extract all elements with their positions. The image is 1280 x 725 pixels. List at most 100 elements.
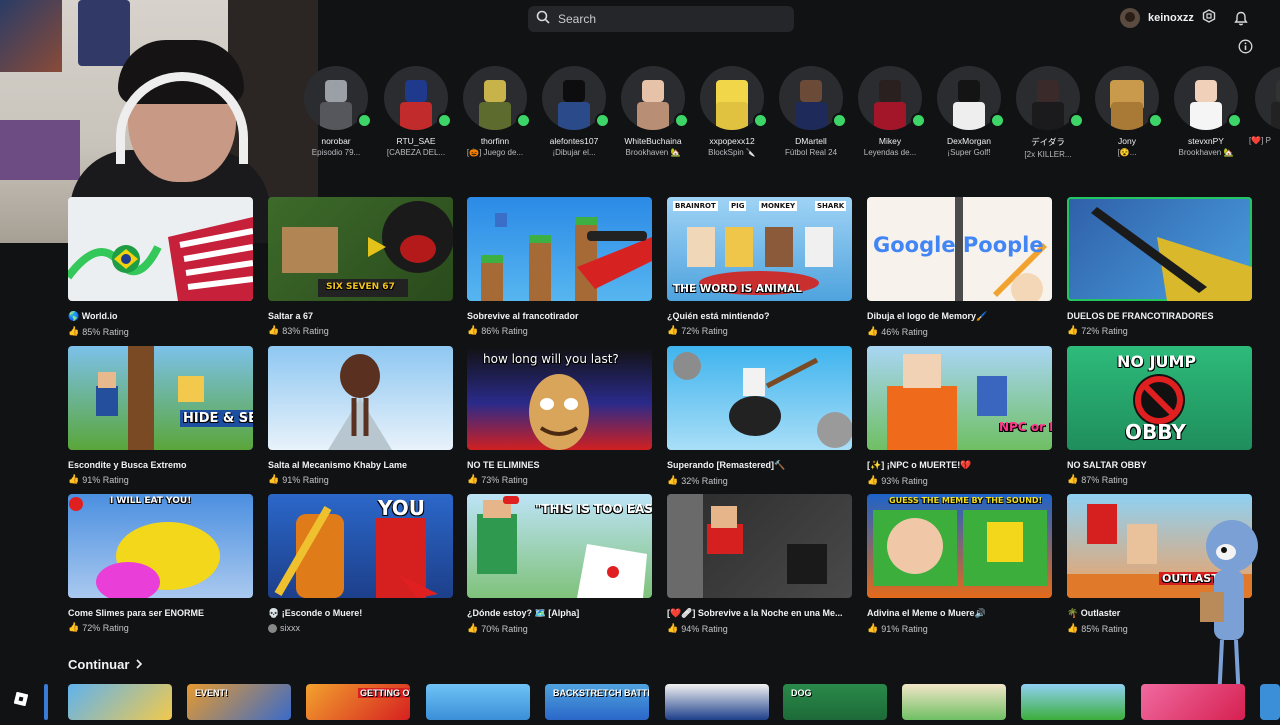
continue-tile[interactable] (665, 684, 769, 720)
game-card[interactable]: HIDE & SEEK EXTREME Escondite y Busca Ex… (68, 346, 253, 485)
game-thumbnail[interactable]: YOU (268, 494, 453, 598)
rating-text: 72% Rating (82, 622, 129, 633)
rating-text: 91% Rating (881, 623, 928, 634)
game-card[interactable]: Sobrevive al francotirador 👍 86% Rating (467, 197, 652, 336)
friend-item[interactable]: alefontes107 ¡Dibujar el... (538, 66, 610, 157)
game-thumbnail[interactable]: HIDE & SEEK EXTREME (68, 346, 253, 450)
friend-item[interactable]: Mikey Leyendas de... (854, 66, 926, 157)
game-card[interactable]: "THIS IS TOO EASY" ¿Dónde estoy? 🗺️ [Alp… (467, 494, 652, 634)
friend-item[interactable]: Jony [😵... (1091, 66, 1163, 157)
game-title: NO TE ELIMINES (467, 460, 540, 470)
game-title: Salta al Mecanismo Khaby Lame (268, 460, 408, 470)
game-card[interactable]: Google Poople Dibuja el logo de Memory🖌️… (867, 197, 1052, 337)
username[interactable]: keinoxzz (1148, 12, 1194, 24)
game-thumbnail[interactable] (68, 197, 253, 301)
game-card[interactable]: [❤️🩹] Sobrevive a la Noche en una Me... … (667, 494, 852, 634)
game-card[interactable]: YOU 💀 ¡Esconde o Muere! sixxx (268, 494, 453, 633)
game-card[interactable]: Superando [Remastered]🔨 👍 32% Rating (667, 346, 852, 486)
friend-item[interactable]: thorfinn [🎃] Juego de... (459, 66, 531, 157)
game-thumbnail[interactable]: NPC or DIE (867, 346, 1052, 450)
game-thumbnail[interactable]: how long will you last? (467, 346, 652, 450)
friend-item[interactable]: [❤️] P (1249, 66, 1280, 145)
game-card[interactable]: NO JUMP OBBY NO SALTAR OBBY 👍 87% Rating (1067, 346, 1252, 485)
thumbs-up-icon: 👍 (467, 623, 479, 633)
friend-item[interactable]: RTU_SAE [CABEZA DEL... (380, 66, 452, 157)
game-thumbnail[interactable] (268, 346, 453, 450)
game-thumbnail[interactable]: GUESS THE MEME BY THE SOUND! (867, 494, 1052, 598)
game-card[interactable]: I WILL EAT YOU! Come Slimes para ser ENO… (68, 494, 253, 633)
online-indicator (595, 113, 610, 128)
continue-tile[interactable] (902, 684, 1006, 720)
game-card[interactable]: Salta al Mecanismo Khaby Lame 👍 91% Ratin… (268, 346, 453, 485)
game-title: 🌎 World.io (68, 311, 118, 321)
continue-tile[interactable]: EVENT! (187, 684, 291, 720)
avatar[interactable] (1120, 8, 1140, 28)
roblox-logo-icon[interactable] (13, 691, 29, 711)
game-thumbnail[interactable]: I WILL EAT YOU! (68, 494, 253, 598)
game-title: [❤️🩹] Sobrevive a la Noche en una Me... (667, 608, 843, 618)
game-card[interactable]: SIX SEVEN 67 Saltar a 67 👍 83% Rating (268, 197, 453, 336)
online-indicator (674, 113, 689, 128)
continue-tile[interactable] (426, 684, 530, 720)
friend-status: Leyendas de... (863, 148, 917, 157)
continue-tile[interactable] (68, 684, 172, 720)
game-card[interactable]: DUELOS DE FRANCOTIRADORES 👍 72% Rating (1067, 197, 1252, 336)
thumbs-up-icon: 👍 (1067, 623, 1079, 633)
robux-icon[interactable] (1202, 8, 1216, 28)
game-card[interactable]: NPC or DIE [✨] ¡NPC o MUERTE!💔 👍93% Rati… (867, 346, 1052, 486)
info-icon[interactable] (1238, 39, 1253, 59)
friend-status: Brookhaven 🏡 (625, 148, 681, 157)
continue-tile[interactable] (1021, 684, 1125, 720)
creator-name: sixxx (280, 623, 300, 633)
tile-caption: DOG (791, 688, 812, 698)
friend-name: thorfinn (480, 136, 510, 146)
thumbs-up-icon: 👍 (1067, 325, 1079, 335)
thumbs-up-icon: 👍 (68, 622, 80, 632)
online-indicator (1069, 113, 1084, 128)
user-menu[interactable]: keinoxzz (1120, 8, 1216, 28)
game-thumbnail[interactable]: BRAINROT PIG MONKEY SHARK THE WORD IS AN… (667, 197, 852, 301)
online-indicator (437, 113, 452, 128)
friend-item[interactable]: WhiteBuchaina Brookhaven 🏡 (617, 66, 689, 157)
game-thumbnail[interactable] (667, 346, 852, 450)
game-card[interactable]: how long will you last? NO TE ELIMINES 👍… (467, 346, 652, 485)
game-thumbnail[interactable] (667, 494, 852, 598)
game-title: Adivina el Meme o Muere🔊 (867, 608, 986, 618)
continue-tile[interactable]: GETTING OVER IT (306, 684, 410, 720)
continue-tile[interactable] (1260, 684, 1280, 720)
rating-text: 91% Rating (282, 474, 329, 485)
friend-item[interactable]: DMartell Fútbol Real 24 (775, 66, 847, 157)
game-thumbnail[interactable]: SIX SEVEN 67 (268, 197, 453, 301)
friend-item[interactable]: stevxnPY Brookhaven 🏡 (1170, 66, 1242, 157)
game-thumbnail[interactable] (1067, 197, 1252, 301)
friends-row: norobar Episodio 79... RTU_SAE [CABEZA D… (304, 66, 1280, 161)
friend-item[interactable]: デイダラ [2x KILLER... (1012, 66, 1084, 159)
bell-icon[interactable] (1234, 11, 1248, 31)
game-thumbnail[interactable]: Google Poople (867, 197, 1052, 301)
game-title: Saltar a 67 (268, 311, 314, 321)
game-thumbnail[interactable]: "THIS IS TOO EASY" (467, 494, 652, 598)
game-card[interactable]: BRAINROT PIG MONKEY SHARK THE WORD IS AN… (667, 197, 852, 336)
friend-item[interactable]: xxpopexx12 BlockSpin 🔪 (696, 66, 768, 157)
search-bar[interactable] (528, 6, 794, 32)
continue-tile[interactable] (44, 684, 48, 720)
game-rating: 👍 83% Rating (268, 325, 453, 336)
continue-tile[interactable] (1141, 684, 1245, 720)
search-input[interactable] (556, 11, 780, 27)
online-indicator (1227, 113, 1242, 128)
continue-tile[interactable]: BACKSTRETCH BATTLES (545, 684, 649, 720)
friend-item[interactable]: DexMorgan ¡Super Golf! (933, 66, 1005, 157)
game-thumbnail[interactable]: NO JUMP OBBY (1067, 346, 1252, 450)
rating-text: 32% Rating (681, 475, 728, 486)
game-card[interactable]: GUESS THE MEME BY THE SOUND! Adivina el … (867, 494, 1052, 634)
thumbs-up-icon: 👍 (467, 474, 479, 484)
game-rating: 👍 94% Rating (667, 623, 852, 634)
friend-avatar[interactable] (1255, 66, 1280, 130)
chevron-right-icon[interactable] (135, 657, 143, 672)
game-card[interactable]: 🌎 World.io 👍 85% Rating (68, 197, 253, 337)
game-thumbnail[interactable] (467, 197, 652, 301)
friend-item[interactable]: norobar Episodio 79... (300, 66, 372, 157)
continue-tile[interactable]: DOG (783, 684, 887, 720)
continue-section-header[interactable]: Continuar (68, 657, 143, 672)
section-title[interactable]: Continuar (68, 657, 129, 672)
